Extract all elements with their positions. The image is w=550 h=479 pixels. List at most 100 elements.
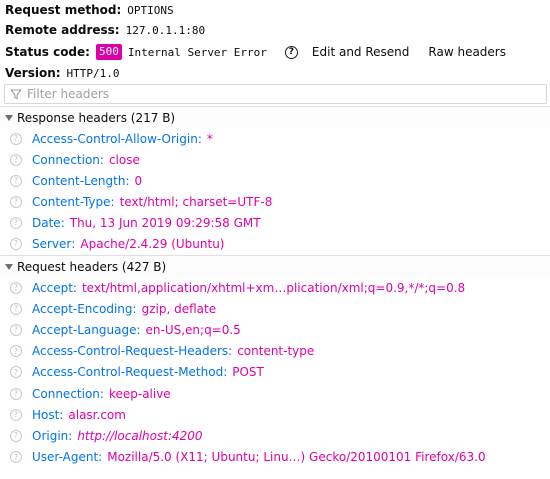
header-value[interactable]: gzip, deflate (142, 302, 217, 316)
header-separator: : (228, 344, 233, 359)
version-row: Version: HTTP/1.0 (5, 63, 120, 83)
header-row[interactable]: ? Access-Control-Allow-Origin: * (0, 128, 550, 149)
status-text: Internal Server Error (127, 45, 267, 59)
request-headers-title: Request headers (427 B) (17, 259, 167, 274)
question-circle-icon[interactable]: ? (10, 153, 22, 166)
header-separator: : (98, 450, 103, 465)
question-circle-icon[interactable]: ? (10, 345, 22, 358)
question-circle-icon[interactable]: ? (10, 366, 22, 379)
header-value[interactable]: * (207, 132, 213, 146)
header-separator: : (59, 407, 64, 422)
filter-icon (10, 89, 22, 100)
header-name: Access-Control-Allow-Origin (32, 131, 198, 146)
question-circle-icon[interactable]: ? (10, 323, 22, 336)
remote-address-value: 127.0.1.1:80 (125, 23, 206, 37)
question-circle-icon[interactable]: ? (10, 132, 22, 145)
header-value[interactable]: content-type (237, 344, 314, 358)
header-name: Accept-Encoding (32, 301, 133, 316)
header-name: Access-Control-Request-Method (32, 365, 224, 380)
question-circle-icon[interactable]: ? (10, 302, 22, 315)
question-circle-icon[interactable]: ? (10, 216, 22, 229)
status-code-label: Status code: (5, 45, 90, 59)
header-row[interactable]: ? Access-Control-Request-Headers: content-… (0, 341, 550, 362)
question-circle-icon[interactable]: ? (10, 237, 22, 250)
filter-headers-box[interactable] (4, 84, 547, 104)
header-value[interactable]: en-US,en;q=0.5 (146, 323, 241, 337)
header-row[interactable]: ? Connection: keep-alive (0, 383, 550, 404)
triangle-down-icon[interactable] (5, 263, 13, 270)
header-separator: : (60, 215, 65, 230)
question-circle-icon[interactable]: ? (10, 429, 22, 442)
header-separator: : (132, 301, 137, 316)
header-row[interactable]: ? Accept: text/html,application/xhtml+xm…p… (0, 277, 550, 298)
request-method-label: Request method: (5, 3, 122, 17)
status-badge: 500 (95, 44, 122, 60)
header-name: Content-Length (32, 173, 126, 188)
header-value[interactable]: Thu, 13 Jun 2019 09:29:58 GMT (70, 216, 261, 230)
header-separator: : (71, 236, 76, 251)
request-headers-toggle[interactable]: Request headers (427 B) (0, 255, 550, 277)
header-row[interactable]: ? User-Agent: Mozilla/5.0 (X11; Ubuntu; Li… (0, 447, 550, 468)
question-circle-icon[interactable]: ? (10, 387, 22, 400)
header-separator: : (197, 131, 202, 146)
remote-address-row: Remote address: 127.0.1.1:80 (5, 20, 205, 40)
header-name: Accept (32, 280, 73, 295)
header-name: Server (32, 236, 72, 251)
header-separator: : (72, 280, 77, 295)
version-value: HTTP/1.0 (66, 66, 120, 80)
question-circle-icon[interactable]: ? (10, 408, 22, 421)
edit-and-resend-button[interactable]: Edit and Resend (312, 45, 409, 59)
remote-address-label: Remote address: (5, 23, 120, 37)
header-name: Connection (32, 386, 100, 401)
request-method-row: Request method: OPTIONS (5, 0, 174, 20)
header-value[interactable]: 0 (135, 174, 143, 188)
header-row[interactable]: ? Accept-Language: en-US,en;q=0.5 (0, 319, 550, 340)
response-headers-title: Response headers (217 B) (17, 110, 176, 125)
header-value[interactable]: keep-alive (109, 387, 171, 401)
status-code-row: Status code: 500 Internal Server Error ?… (5, 42, 525, 62)
request-method-value: OPTIONS (127, 3, 174, 17)
header-row[interactable]: ? Date: Thu, 13 Jun 2019 09:29:58 GMT (0, 212, 550, 233)
header-separator: : (125, 173, 130, 188)
header-name: Origin (32, 428, 69, 443)
header-value[interactable]: alasr.com (68, 408, 126, 422)
header-name: Connection (32, 152, 100, 167)
header-row[interactable]: ? Server: Apache/2.4.29 (Ubuntu) (0, 233, 550, 254)
header-name: Accept-Language (32, 322, 137, 337)
question-circle-icon[interactable]: ? (10, 195, 22, 208)
header-value[interactable]: POST (232, 365, 264, 379)
header-separator: : (110, 194, 115, 209)
question-circle-icon[interactable]: ? (10, 451, 22, 464)
header-separator: : (136, 322, 141, 337)
header-row[interactable]: ? Access-Control-Request-Method: POST (0, 362, 550, 383)
header-value[interactable]: Mozilla/5.0 (X11; Ubuntu; Linu…) Gecko/2… (107, 450, 485, 464)
header-value[interactable]: close (109, 153, 140, 167)
header-value[interactable]: text/html,application/xhtml+xm…plication… (82, 281, 465, 295)
header-name: Access-Control-Request-Headers (32, 344, 229, 359)
version-label: Version: (5, 66, 61, 80)
question-circle-icon[interactable]: ? (10, 174, 22, 187)
header-row[interactable]: ? Host: alasr.com (0, 404, 550, 425)
header-separator: : (99, 386, 104, 401)
header-row[interactable]: ? Origin: http://localhost:4200 (0, 425, 550, 446)
response-headers-toggle[interactable]: Response headers (217 B) (0, 106, 550, 128)
raw-headers-button[interactable]: Raw headers (428, 45, 506, 59)
header-separator: : (68, 428, 73, 443)
header-row[interactable]: ? Content-Type: text/html; charset=UTF-8 (0, 191, 550, 212)
header-separator: : (223, 365, 228, 380)
header-value[interactable]: text/html; charset=UTF-8 (120, 195, 273, 209)
header-name: Host (32, 407, 60, 422)
filter-headers-input[interactable] (27, 87, 546, 101)
header-name: User-Agent (32, 450, 99, 465)
help-icon[interactable]: ? (284, 45, 298, 59)
header-value[interactable]: Apache/2.4.29 (Ubuntu) (80, 237, 224, 251)
header-row[interactable]: ? Accept-Encoding: gzip, deflate (0, 298, 550, 319)
header-value[interactable]: http://localhost:4200 (77, 429, 202, 443)
header-name: Date (32, 215, 61, 230)
question-circle-icon[interactable]: ? (10, 281, 22, 294)
triangle-down-icon[interactable] (5, 114, 13, 121)
header-separator: : (99, 152, 104, 167)
header-row[interactable]: ? Content-Length:0 (0, 170, 550, 191)
header-name: Content-Type (32, 194, 111, 209)
header-row[interactable]: ? Connection: close (0, 149, 550, 170)
